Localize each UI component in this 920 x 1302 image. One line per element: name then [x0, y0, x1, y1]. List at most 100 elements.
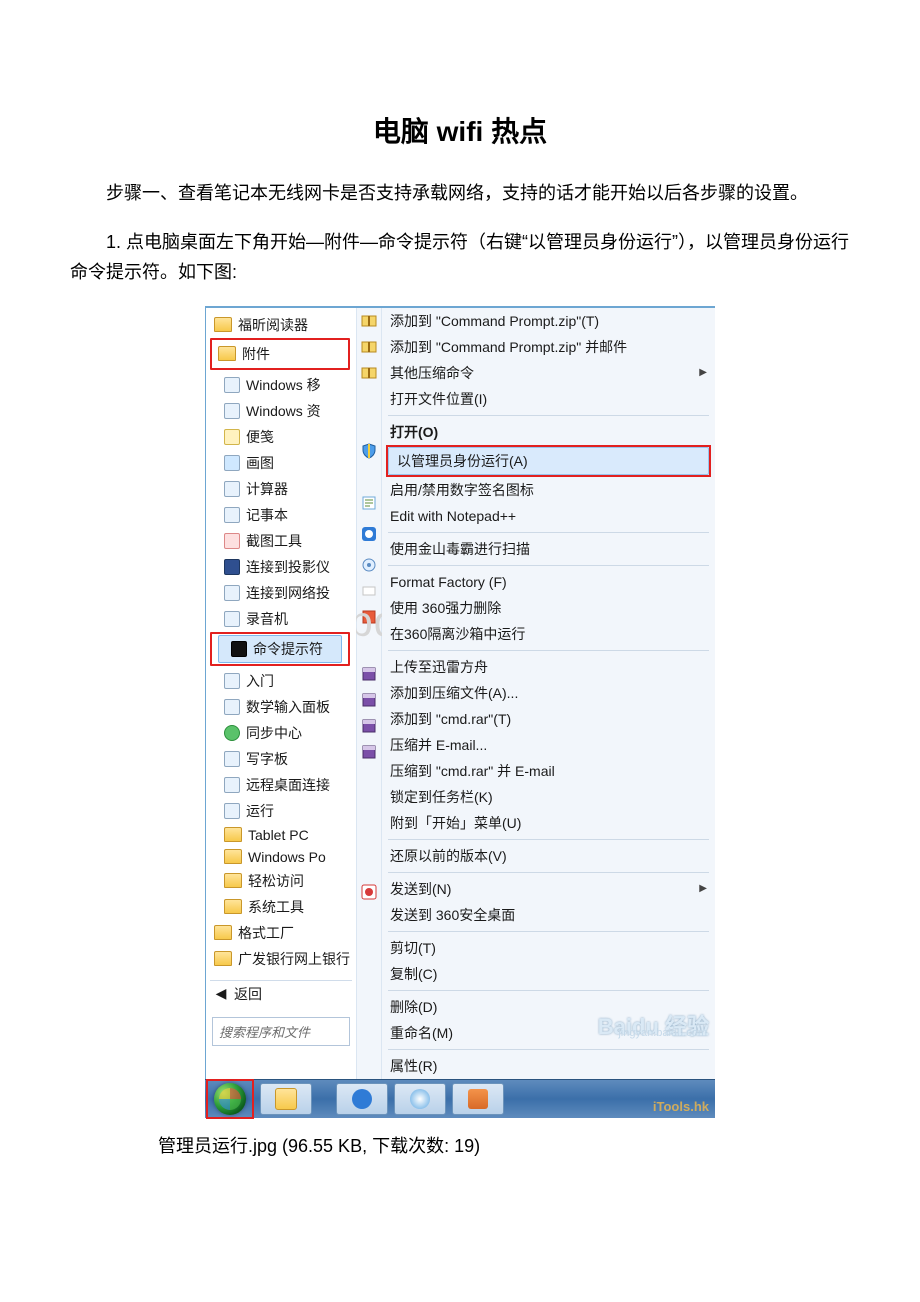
- ctx-add-zip-mail[interactable]: 添加到 "Command Prompt.zip" 并邮件: [382, 334, 715, 360]
- context-menu: 添加到 "Command Prompt.zip"(T) 添加到 "Command…: [382, 308, 715, 1079]
- ctx-properties[interactable]: 属性(R): [382, 1053, 715, 1079]
- math-icon: [224, 699, 240, 715]
- zip-icon: [361, 365, 377, 381]
- rar-icon: [361, 718, 377, 734]
- taskbar-explorer[interactable]: [260, 1083, 312, 1115]
- projector-icon: [224, 559, 240, 575]
- app-icon: [224, 403, 240, 419]
- context-icon-gutter: [356, 308, 382, 1079]
- start-menu-left: 福昕阅读器 附件 Windows 移 Windows 资 便笺 画图 计算器 记…: [205, 308, 356, 1079]
- ctx-360-force-delete[interactable]: 使用 360强力删除: [382, 595, 715, 621]
- sm-item[interactable]: 便笺: [206, 424, 356, 450]
- ctx-cut[interactable]: 剪切(T): [382, 935, 715, 961]
- start-button-highlight: [206, 1079, 254, 1119]
- rar-icon: [361, 692, 377, 708]
- sm-item[interactable]: 同步中心: [206, 720, 356, 746]
- ctx-format-factory[interactable]: Format Factory (F): [382, 569, 715, 595]
- snip-icon: [224, 533, 240, 549]
- windows-screenshot: www.bdocx.com 福昕阅读器 附件 Windows 移: [205, 306, 715, 1118]
- sm-item[interactable]: 运行: [206, 798, 356, 824]
- notepad-icon: [224, 507, 240, 523]
- folder-icon: [218, 346, 236, 361]
- sm-item[interactable]: Windows 资: [206, 398, 356, 424]
- folder-icon: [224, 899, 242, 914]
- wordpad-icon: [224, 751, 240, 767]
- sm-item[interactable]: 广发银行网上银行: [206, 946, 356, 972]
- ctx-open-location[interactable]: 打开文件位置(I): [382, 386, 715, 412]
- baidu-url: jingyan.baidu.com: [618, 1027, 707, 1039]
- ctx-other-compress[interactable]: 其他压缩命令: [382, 360, 715, 386]
- format-factory-icon: [361, 557, 377, 573]
- accessories-highlight: 附件: [210, 338, 350, 370]
- sm-item[interactable]: 格式工厂: [206, 920, 356, 946]
- ctx-send-360desktop[interactable]: 发送到 360安全桌面: [382, 902, 715, 928]
- sandbox-icon: [361, 609, 377, 625]
- sm-item[interactable]: 画图: [206, 450, 356, 476]
- sm-foxit[interactable]: 福昕阅读器: [206, 312, 356, 338]
- ctx-toggle-sig[interactable]: 启用/禁用数字签名图标: [382, 477, 715, 503]
- ctx-add-to-archive[interactable]: 添加到压缩文件(A)...: [382, 680, 715, 706]
- ctx-open[interactable]: 打开(O): [382, 419, 715, 445]
- ctx-send-to[interactable]: 发送到(N): [382, 876, 715, 902]
- sm-item[interactable]: Windows 移: [206, 372, 356, 398]
- ctx-add-to-rar[interactable]: 添加到 "cmd.rar"(T): [382, 706, 715, 732]
- sm-item[interactable]: 连接到投影仪: [206, 554, 356, 580]
- sm-item[interactable]: 计算器: [206, 476, 356, 502]
- getting-started-icon: [224, 673, 240, 689]
- folder-icon: [214, 951, 232, 966]
- start-search-input[interactable]: 搜索程序和文件: [212, 1017, 350, 1046]
- taskbar-maxthon[interactable]: [336, 1083, 388, 1115]
- ctx-pin-start[interactable]: 附到「开始」菜单(U): [382, 810, 715, 836]
- ctx-360-sandbox[interactable]: 在360隔离沙箱中运行: [382, 621, 715, 647]
- sm-item[interactable]: 连接到网络投: [206, 580, 356, 606]
- sm-back[interactable]: ◀ 返回: [206, 981, 356, 1007]
- run-as-admin-highlight: 以管理员身份运行(A): [386, 445, 711, 477]
- ctx-duba-scan[interactable]: 使用金山毒霸进行扫描: [382, 536, 715, 562]
- cmd-icon: [231, 641, 247, 657]
- app-icon: [224, 377, 240, 393]
- sm-item[interactable]: 记事本: [206, 502, 356, 528]
- sm-item[interactable]: 写字板: [206, 746, 356, 772]
- ctx-add-to-zip[interactable]: 添加到 "Command Prompt.zip"(T): [382, 308, 715, 334]
- start-button[interactable]: [214, 1083, 246, 1115]
- rdp-icon: [224, 777, 240, 793]
- sm-item[interactable]: 截图工具: [206, 528, 356, 554]
- paragraph-1: 步骤一、查看笔记本无线网卡是否支持承载网络，支持的话才能开始以后各步骤的设置。: [70, 178, 850, 209]
- run-icon: [224, 803, 240, 819]
- sm-item[interactable]: Tablet PC: [206, 824, 356, 846]
- ctx-compress-rar-email[interactable]: 压缩到 "cmd.rar" 并 E-mail: [382, 758, 715, 784]
- taskbar-app[interactable]: [452, 1083, 504, 1115]
- sm-item[interactable]: 数学输入面板: [206, 694, 356, 720]
- sm-item[interactable]: 系统工具: [206, 894, 356, 920]
- taskbar: iTools.hk: [205, 1079, 715, 1118]
- duba-icon: [361, 526, 377, 542]
- ctx-copy[interactable]: 复制(C): [382, 961, 715, 987]
- itools-watermark: iTools.hk: [653, 1099, 709, 1114]
- document-title: 电脑 wifi 热点: [70, 110, 850, 150]
- ctx-run-as-admin[interactable]: 以管理员身份运行(A): [388, 447, 709, 475]
- sm-accessories[interactable]: 附件: [214, 341, 346, 367]
- rar-icon: [361, 744, 377, 760]
- ctx-edit-notepadpp[interactable]: Edit with Notepad++: [382, 503, 715, 529]
- ctx-upload-thunder[interactable]: 上传至迅雷方舟: [382, 654, 715, 680]
- sm-item[interactable]: Windows Po: [206, 846, 356, 868]
- sm-cmd[interactable]: 命令提示符: [219, 636, 341, 662]
- folder-icon: [214, 317, 232, 332]
- sm-item[interactable]: 远程桌面连接: [206, 772, 356, 798]
- zip-icon: [361, 313, 377, 329]
- sm-item[interactable]: 轻松访问: [206, 868, 356, 894]
- sync-icon: [224, 725, 240, 741]
- zip-icon: [361, 339, 377, 355]
- explorer-icon: [275, 1088, 297, 1110]
- ctx-pin-taskbar[interactable]: 锁定到任务栏(K): [382, 784, 715, 810]
- taskbar-sogou[interactable]: [394, 1083, 446, 1115]
- ctx-compress-email[interactable]: 压缩并 E-mail...: [382, 732, 715, 758]
- folder-icon: [224, 849, 242, 864]
- back-arrow-icon: ◀: [214, 985, 228, 1002]
- sm-item[interactable]: 入门: [206, 668, 356, 694]
- rar-icon: [361, 666, 377, 682]
- 360-icon: [361, 583, 377, 599]
- sm-item[interactable]: 录音机: [206, 606, 356, 632]
- ctx-restore-previous[interactable]: 还原以前的版本(V): [382, 843, 715, 869]
- 360safe-icon: [361, 884, 377, 900]
